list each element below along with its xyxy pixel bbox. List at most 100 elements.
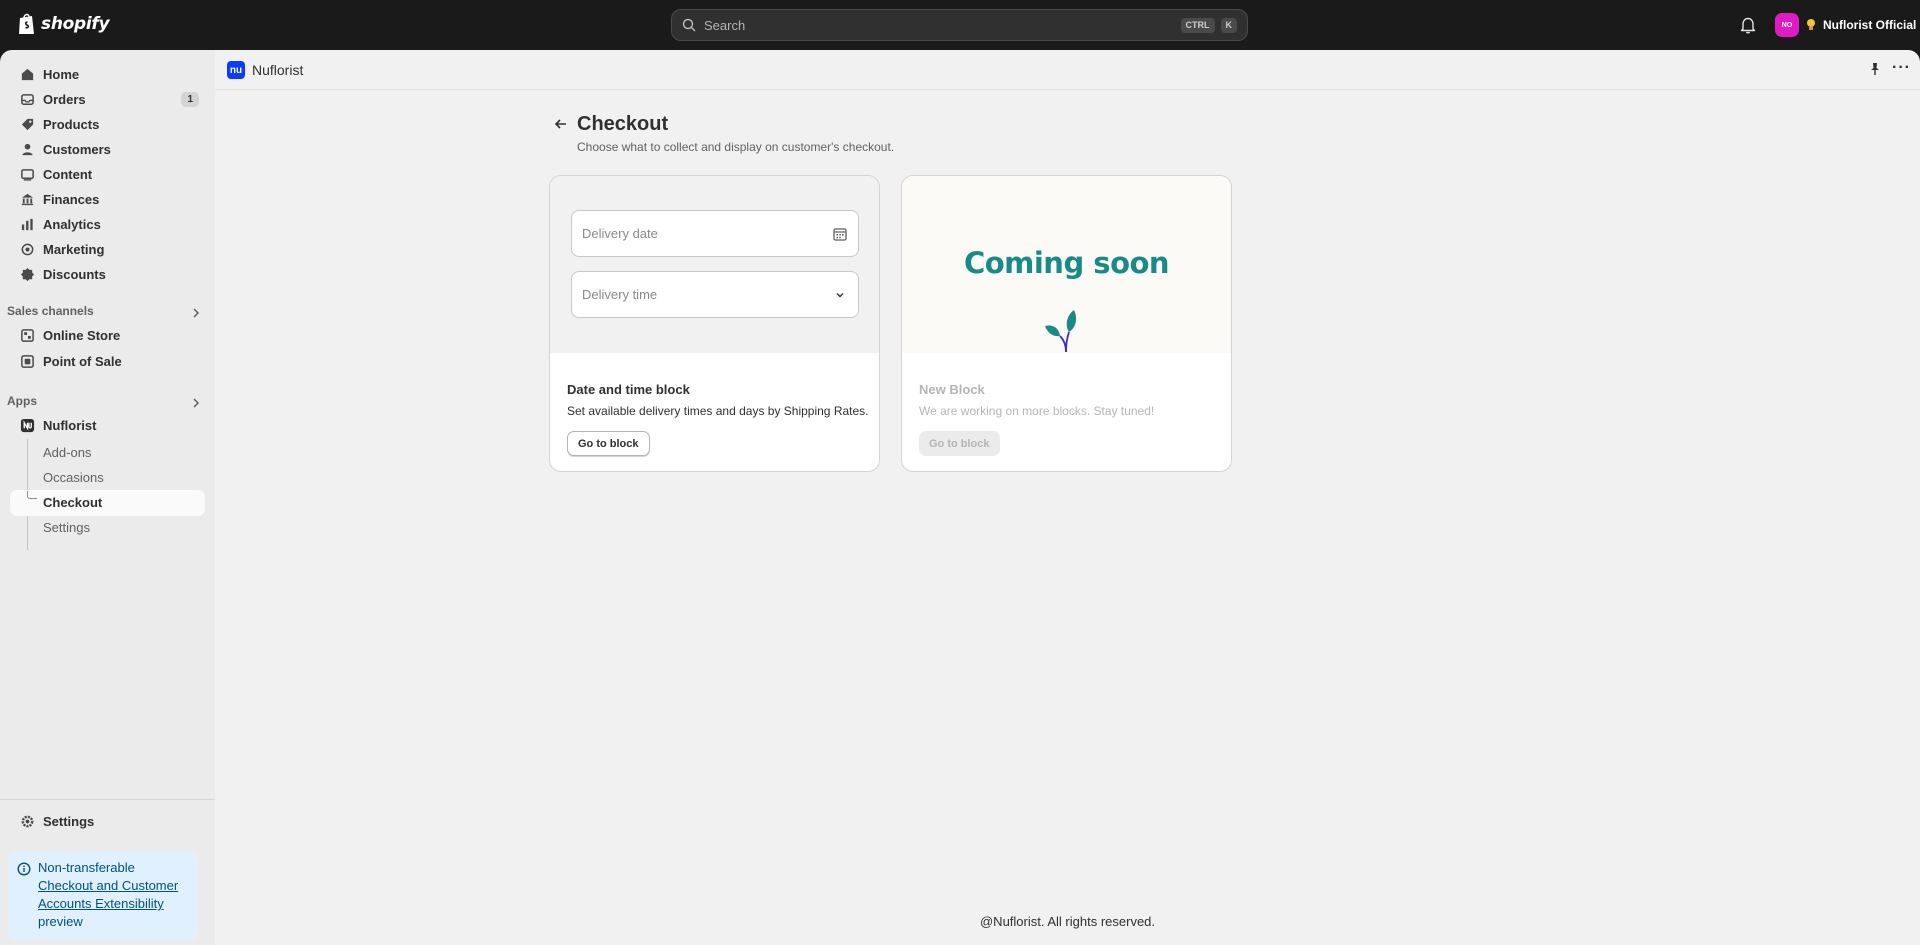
- gear-icon: [19, 813, 35, 829]
- pin-icon[interactable]: [1868, 62, 1882, 76]
- shopify-logo[interactable]: shopify: [17, 12, 110, 36]
- app-header: nu Nuflorist ···: [215, 50, 1920, 90]
- sidebar-item-label: Orders: [43, 91, 86, 107]
- avatar-initials: NO: [1781, 21, 1793, 29]
- sidebar-subitem-add-ons[interactable]: Add-ons: [43, 445, 91, 460]
- sidebar-subitem-occasions[interactable]: Occasions: [43, 470, 104, 485]
- sidebar-item-customers[interactable]: Customers: [10, 137, 205, 161]
- sidebar-item-nuflorist[interactable]: Nuflorist: [10, 413, 205, 437]
- go-to-block-button[interactable]: Go to block: [567, 431, 650, 456]
- store-icon: [19, 327, 35, 343]
- chart-icon: [19, 216, 35, 232]
- tree-branch-arrow: [27, 491, 37, 499]
- sidebar-item-label: Content: [43, 166, 93, 182]
- sidebar-item-finances[interactable]: Finances: [10, 187, 205, 211]
- discount-icon: [19, 266, 35, 282]
- search-placeholder: Search: [704, 17, 746, 33]
- sidebar-item-label: Home: [43, 66, 80, 82]
- person-icon: [19, 141, 35, 157]
- card-preview: Coming soon: [902, 176, 1231, 353]
- chevron-right-icon[interactable]: [190, 307, 202, 319]
- search-bar[interactable]: Search CTRL K: [671, 9, 1248, 41]
- shortcut-k-key: K: [1220, 17, 1237, 33]
- date-time-block-card: Delivery date Delivery time Date and tim…: [549, 175, 880, 472]
- sidebar-item-label: Discounts: [43, 266, 106, 282]
- sidebar-subitem-active-bg: [10, 490, 205, 516]
- sidebar-item-content[interactable]: Content: [10, 162, 205, 186]
- account-menu[interactable]: NO Nuflorist Official: [1775, 13, 1916, 37]
- delivery-date-placeholder: Delivery date: [582, 226, 658, 241]
- tag-icon: [19, 116, 35, 132]
- sidebar-item-orders[interactable]: Orders 1: [10, 87, 205, 111]
- page-title: Checkout: [577, 113, 669, 135]
- page-subtitle: Choose what to collect and display on cu…: [577, 140, 895, 154]
- orders-count-badge: 1: [181, 91, 199, 107]
- card-title: Date and time block: [567, 382, 690, 397]
- delivery-time-placeholder: Delivery time: [582, 287, 658, 302]
- sidebar-item-settings[interactable]: Settings: [10, 809, 205, 833]
- account-name: Nuflorist Official: [1823, 18, 1917, 32]
- pos-icon: [19, 353, 35, 369]
- home-icon: [19, 66, 35, 82]
- sidebar-item-point-of-sale[interactable]: Point of Sale: [10, 349, 205, 373]
- sidebar-item-home[interactable]: Home: [10, 62, 205, 86]
- bank-icon: [19, 191, 35, 207]
- card-title: New Block: [919, 382, 985, 397]
- card-description: Set available delivery times and days by…: [567, 404, 869, 418]
- content-icon: [19, 166, 35, 182]
- card-preview: Delivery date Delivery time: [550, 176, 879, 353]
- extensibility-link[interactable]: Checkout and Customer Accounts Extensibi…: [38, 878, 178, 911]
- sidebar: Home Orders 1 Products Customers Content…: [0, 50, 215, 945]
- sidebar-item-label: Nuflorist: [43, 417, 97, 433]
- sidebar-item-marketing[interactable]: Marketing: [10, 237, 205, 261]
- sidebar-item-label: Online Store: [43, 327, 121, 343]
- chevron-right-icon[interactable]: [190, 397, 202, 409]
- sidebar-item-label: Finances: [43, 191, 100, 207]
- store-avatar: NO: [1775, 13, 1799, 37]
- banner-suffix: preview: [38, 914, 83, 929]
- main-content: nu Nuflorist ··· Checkout Choose what to…: [215, 50, 1920, 945]
- card-description: We are working on more blocks. Stay tune…: [919, 404, 1155, 418]
- top-bar: shopify Search CTRL K NO Nuflorist Offic…: [0, 0, 1920, 50]
- lightbulb-icon: [1807, 19, 1815, 30]
- back-arrow-icon[interactable]: [553, 116, 569, 132]
- delivery-date-field: Delivery date: [571, 210, 859, 257]
- sidebar-item-label: Customers: [43, 141, 111, 157]
- sidebar-item-label: Analytics: [43, 216, 101, 232]
- banner-prefix: Non-transferable: [38, 860, 135, 875]
- apps-heading: Apps: [7, 394, 37, 408]
- more-actions-icon[interactable]: ···: [1892, 60, 1911, 76]
- sales-channels-heading: Sales channels: [7, 304, 94, 318]
- search-icon: [682, 18, 696, 32]
- sidebar-item-label: Point of Sale: [43, 353, 122, 369]
- sidebar-item-analytics[interactable]: Analytics: [10, 212, 205, 236]
- inbox-icon: [19, 91, 35, 107]
- shortcut-ctrl-key: CTRL: [1180, 17, 1215, 33]
- sidebar-subitem-settings[interactable]: Settings: [43, 520, 90, 535]
- sidebar-item-label: Settings: [43, 813, 95, 829]
- go-to-block-button-disabled: Go to block: [919, 431, 1000, 456]
- info-icon: [17, 862, 31, 876]
- target-icon: [19, 241, 35, 257]
- sidebar-item-online-store[interactable]: Online Store: [10, 323, 205, 347]
- delivery-time-field: Delivery time: [571, 271, 859, 318]
- sidebar-item-label: Products: [43, 116, 100, 132]
- sidebar-divider: [0, 799, 215, 800]
- sidebar-item-label: Marketing: [43, 241, 105, 257]
- sidebar-item-discounts[interactable]: Discounts: [10, 262, 205, 286]
- coming-soon-heading: Coming soon: [963, 246, 1170, 280]
- footer-copyright: @Nuflorist. All rights reserved.: [979, 914, 1156, 929]
- app-title: Nuflorist: [252, 62, 304, 78]
- sprout-illustration: [1045, 310, 1077, 353]
- shopify-wordmark: shopify: [41, 14, 110, 34]
- sidebar-item-products[interactable]: Products: [10, 112, 205, 136]
- nuflorist-logo: nu: [227, 61, 245, 79]
- chevron-down-icon: [836, 293, 844, 298]
- shopify-bag-icon: [19, 13, 34, 34]
- notification-bell-icon[interactable]: [1740, 16, 1756, 34]
- new-block-card: Coming soon New Block We are working on …: [901, 175, 1232, 472]
- sidebar-subitem-checkout[interactable]: Checkout: [43, 495, 102, 510]
- nuflorist-app-icon: [19, 417, 35, 433]
- extensibility-preview-banner: Non-transferable Checkout and Customer A…: [8, 852, 198, 940]
- calendar-icon: [833, 228, 847, 241]
